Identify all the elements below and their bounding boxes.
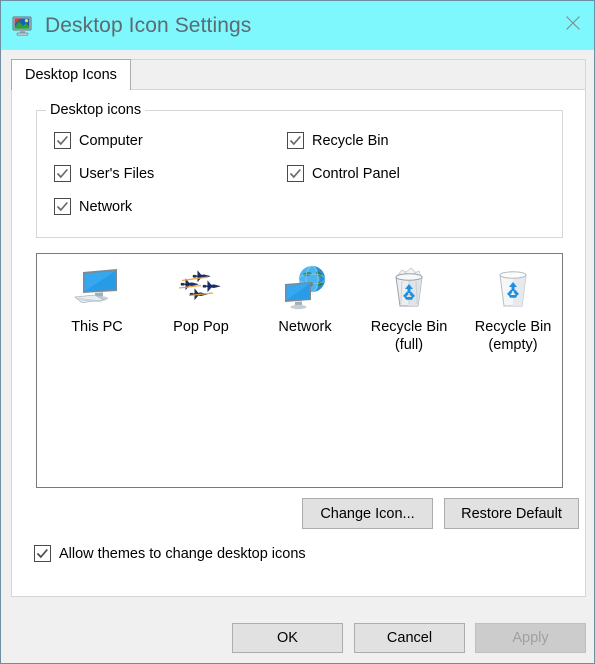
checkbox-label: Network bbox=[79, 198, 133, 215]
groupbox-title: Desktop icons bbox=[46, 102, 146, 118]
change-icon-button-label: Change Icon... bbox=[320, 505, 415, 522]
ok-button-label: OK bbox=[277, 630, 298, 646]
checkbox-allow-themes[interactable]: Allow themes to change desktop icons bbox=[34, 545, 306, 562]
close-icon[interactable] bbox=[550, 1, 594, 45]
checkbox-box bbox=[54, 165, 71, 182]
ok-button[interactable]: OK bbox=[232, 623, 343, 653]
checkbox-box bbox=[287, 165, 304, 182]
checkbox-label: Control Panel bbox=[312, 165, 400, 182]
checkbox-box bbox=[54, 132, 71, 149]
preview-item-pop-pop[interactable]: Pop Pop bbox=[149, 264, 253, 336]
cancel-button[interactable]: Cancel bbox=[354, 623, 465, 653]
preview-item-label: Pop Pop bbox=[173, 319, 229, 335]
preview-item-label: Network bbox=[278, 319, 332, 335]
checkbox-box bbox=[54, 198, 71, 215]
restore-default-button[interactable]: Restore Default bbox=[444, 498, 579, 529]
checkbox-label: User's Files bbox=[79, 165, 155, 182]
checkbox-box bbox=[287, 132, 304, 149]
network-globe-icon bbox=[281, 264, 329, 312]
window-title: Desktop Icon Settings bbox=[45, 13, 252, 37]
apply-button-label: Apply bbox=[512, 630, 549, 646]
recycle-bin-full-icon bbox=[385, 264, 433, 312]
preview-item-network[interactable]: Network bbox=[253, 264, 357, 336]
jets-icon bbox=[177, 264, 225, 312]
preview-item-recycle-bin-empty[interactable]: Recycle Bin (empty) bbox=[461, 264, 565, 354]
preview-item-label: Recycle Bin (full) bbox=[370, 319, 448, 353]
recycle-bin-empty-icon bbox=[489, 264, 537, 312]
preview-item-this-pc[interactable]: This PC bbox=[45, 264, 149, 336]
tab-label: Desktop Icons bbox=[25, 67, 117, 83]
checkbox-users-files[interactable]: User's Files bbox=[54, 165, 154, 182]
preview-item-label: Recycle Bin (empty) bbox=[474, 319, 552, 353]
checkbox-network[interactable]: Network bbox=[54, 198, 132, 215]
preview-item-label: This PC bbox=[71, 319, 123, 335]
title-bar: Desktop Icon Settings bbox=[1, 1, 594, 50]
checkbox-computer[interactable]: Computer bbox=[54, 132, 143, 149]
cancel-button-label: Cancel bbox=[386, 630, 433, 646]
icon-preview-panel: This PC Pop Pop Network Recycle Bin (ful… bbox=[36, 253, 563, 488]
change-icon-button[interactable]: Change Icon... bbox=[302, 498, 433, 529]
checkbox-recycle-bin[interactable]: Recycle Bin bbox=[287, 132, 389, 149]
desktop-icon-settings-dialog: Desktop Icon Settings Desktop Icons Desk… bbox=[0, 0, 595, 664]
apply-button: Apply bbox=[475, 623, 586, 653]
restore-default-button-label: Restore Default bbox=[461, 505, 562, 522]
tab-strip: Desktop Icons bbox=[11, 59, 586, 90]
tab-panel-desktop-icons: Desktop icons Computer User's Files Netw… bbox=[11, 89, 586, 597]
checkbox-label: Computer bbox=[79, 132, 143, 149]
checkbox-control-panel[interactable]: Control Panel bbox=[287, 165, 400, 182]
tab-desktop-icons[interactable]: Desktop Icons bbox=[11, 59, 131, 90]
checkbox-label: Recycle Bin bbox=[312, 132, 389, 149]
checkbox-box bbox=[34, 545, 51, 562]
checkbox-label: Allow themes to change desktop icons bbox=[59, 545, 306, 562]
desktop-monitor-icon bbox=[11, 14, 35, 38]
monitor-icon bbox=[73, 264, 121, 312]
preview-item-recycle-bin-full[interactable]: Recycle Bin (full) bbox=[357, 264, 461, 354]
